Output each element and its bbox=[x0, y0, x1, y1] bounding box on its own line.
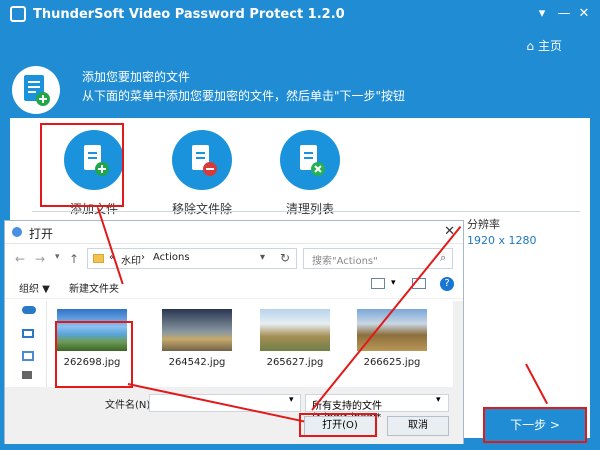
file-name: 264542.jpg bbox=[168, 357, 226, 368]
forward-icon[interactable]: → bbox=[35, 252, 45, 266]
computer-icon[interactable] bbox=[22, 329, 34, 338]
refresh-icon[interactable]: ↻ bbox=[280, 251, 290, 265]
app-window: ThunderSoft Video Password Protect 1.2.0… bbox=[0, 0, 600, 450]
filename-dropdown-icon[interactable]: ▾ bbox=[289, 395, 294, 405]
home-link[interactable]: ⌂ 主页 bbox=[526, 37, 562, 54]
highlight-selected-image bbox=[55, 321, 133, 388]
dialog-title: 打开 bbox=[29, 227, 54, 241]
back-icon[interactable]: ← bbox=[15, 252, 25, 266]
highlight-next-button bbox=[483, 407, 587, 443]
title-bar: ThunderSoft Video Password Protect 1.2.0… bbox=[0, 0, 600, 30]
resolution-column-header: 分辨率 bbox=[467, 218, 500, 231]
page-header: 添加您要加密的文件 从下面的菜单中添加您要加密的文件，然后单击"下一步"按钮 bbox=[0, 60, 600, 118]
path-folder-2[interactable]: Actions bbox=[153, 252, 190, 263]
search-icon: ⌕ bbox=[440, 251, 447, 264]
filename-label: 文件名(N): bbox=[105, 400, 154, 411]
file-name: 266625.jpg bbox=[363, 357, 421, 368]
new-folder-button[interactable]: 新建文件夹 bbox=[69, 280, 119, 295]
minimize-window-button[interactable]: — bbox=[554, 4, 574, 24]
image-thumbnail bbox=[357, 309, 427, 351]
document-add-icon bbox=[12, 66, 60, 114]
dropdown-icon[interactable]: ▾ bbox=[55, 252, 60, 262]
address-bar[interactable] bbox=[87, 248, 297, 269]
file-item[interactable]: 264542.jpg bbox=[147, 309, 237, 385]
network-icon[interactable] bbox=[22, 351, 34, 361]
app-title: ThunderSoft Video Password Protect 1.2.0 bbox=[33, 7, 345, 22]
cancel-button[interactable]: 取消 bbox=[387, 416, 449, 436]
dialog-toolbar: 组织 ▼ 新建文件夹 ▾ ? bbox=[5, 274, 463, 299]
remove-file-button[interactable]: 移除文件除 bbox=[152, 130, 252, 217]
highlight-add-file bbox=[40, 123, 124, 207]
address-row: ← → ▾ ↑ « 水印 › Actions ▾ ↻ 搜索"Actions" ⌕ bbox=[5, 248, 463, 270]
file-name: 265627.jpg bbox=[266, 357, 324, 368]
search-input[interactable]: 搜索"Actions" bbox=[303, 248, 453, 269]
help-icon[interactable]: ? bbox=[440, 277, 454, 291]
image-thumbnail bbox=[162, 309, 232, 351]
navigation-pane bbox=[5, 301, 47, 387]
organize-menu[interactable]: 组织 ▼ bbox=[19, 280, 50, 295]
drive-icon[interactable] bbox=[22, 371, 32, 379]
dialog-title-bar: 打开 ✕ bbox=[5, 221, 463, 244]
minimize-button[interactable]: ▾ bbox=[532, 4, 552, 24]
dialog-footer: 文件名(N): ▾ 所有支持的文件 (*.jpg;*.jpeg;* ▾ 打开(O… bbox=[5, 387, 463, 444]
resolution-cell: 1920 x 1280 bbox=[467, 234, 537, 247]
folder-icon bbox=[93, 254, 104, 263]
path-dropdown-icon[interactable]: ▾ bbox=[260, 252, 265, 263]
header-subtitle: 从下面的菜单中添加您要加密的文件，然后单击"下一步"按钮 bbox=[82, 89, 406, 103]
remove-file-icon bbox=[172, 130, 232, 190]
file-scrollbar[interactable] bbox=[453, 301, 463, 387]
path-separator-icon: › bbox=[141, 252, 145, 263]
app-icon bbox=[10, 6, 26, 22]
view-dropdown-icon[interactable]: ▾ bbox=[391, 278, 396, 288]
home-label: 主页 bbox=[537, 39, 562, 53]
view-icon[interactable] bbox=[371, 278, 385, 289]
dialog-app-icon bbox=[12, 227, 22, 237]
clear-list-icon bbox=[280, 130, 340, 190]
header-title: 添加您要加密的文件 bbox=[82, 70, 191, 84]
cloud-icon[interactable] bbox=[22, 306, 36, 314]
image-thumbnail bbox=[260, 309, 330, 351]
up-icon[interactable]: ↑ bbox=[69, 252, 79, 266]
file-type-select[interactable]: 所有支持的文件 (*.jpg;*.jpeg;* bbox=[305, 394, 449, 423]
clear-list-button[interactable]: 清理列表 bbox=[260, 130, 360, 217]
close-button[interactable]: ✕ bbox=[574, 4, 594, 24]
home-icon: ⌂ bbox=[526, 39, 534, 53]
file-type-dropdown-icon[interactable]: ▾ bbox=[436, 395, 441, 405]
highlight-open-button bbox=[299, 413, 377, 437]
file-item[interactable]: 265627.jpg bbox=[250, 309, 340, 385]
path-folder-1[interactable]: 水印 bbox=[121, 252, 141, 267]
